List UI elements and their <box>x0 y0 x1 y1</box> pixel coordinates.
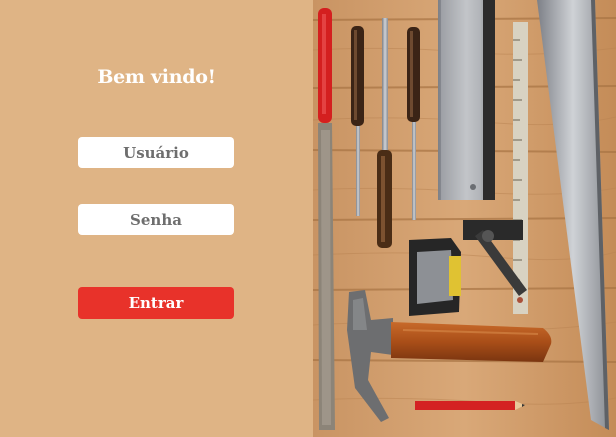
tape-measure <box>409 238 461 316</box>
welcome-heading: Bem vindo! <box>97 66 216 88</box>
username-input[interactable] <box>78 137 234 168</box>
back-saw <box>438 0 495 200</box>
login-panel: Bem vindo! Entrar <box>0 0 313 437</box>
password-input[interactable] <box>78 204 234 235</box>
tools-image <box>313 0 616 437</box>
steel-ruler <box>513 22 528 314</box>
login-button[interactable]: Entrar <box>78 287 234 319</box>
pencil <box>415 401 525 410</box>
